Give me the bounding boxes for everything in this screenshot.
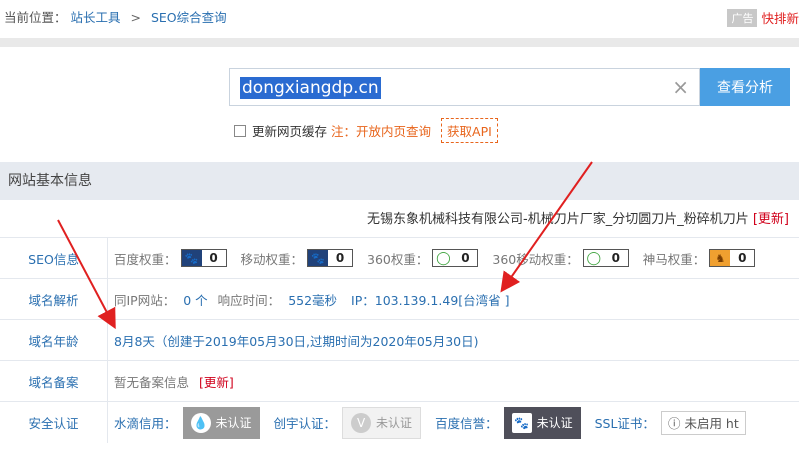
get-api-button[interactable]: 获取API xyxy=(441,118,498,143)
breadcrumb-current-link[interactable]: SEO综合查询 xyxy=(151,10,227,25)
water-credit-badge[interactable]: 💧 未认证 xyxy=(182,406,260,439)
company-update-link[interactable]: [更新] xyxy=(753,212,789,227)
weight-label: 360权重： xyxy=(367,251,429,267)
horse-icon: ♞ xyxy=(710,250,731,266)
ad-text[interactable]: 快排新 xyxy=(761,8,799,27)
weight-value: 0 xyxy=(611,251,620,265)
360-weight: 360权重： ◯ 0 xyxy=(367,249,479,268)
ad-banner[interactable]: 广告 快排新 xyxy=(727,8,799,27)
badge-text: 未认证 xyxy=(376,416,413,430)
ssl-cert: SSL证书： ⓘ 未启用 ht xyxy=(594,410,746,435)
shenma-weight: 神马权重： ♞ 0 xyxy=(643,249,756,268)
chuangyu-badge[interactable]: V 未认证 xyxy=(342,406,422,439)
info-table: SEO信息 百度权重： 🐾 0 移动权重： 🐾 0 360权重： ◯ 0 360移动权… xyxy=(0,237,799,443)
weight-label: 360移动权重： xyxy=(492,251,579,267)
row-body: 水滴信用： 💧 未认证 创宇认证： V 未认证 百度信誉： 🐾 未认证 SSL证… xyxy=(108,406,799,439)
baidu-credit-badge[interactable]: 🐾 未认证 xyxy=(503,406,581,439)
ring-icon: ◯ xyxy=(433,250,454,266)
table-row-security: 安全认证 水滴信用： 💧 未认证 创宇认证： V 未认证 百度信誉： 🐾 未认证… xyxy=(0,401,799,443)
row-body: 同IP网站： 0 个 响应时间： 552毫秒 IP：103.139.1.49[台… xyxy=(108,290,799,309)
refresh-cache-label[interactable]: 更新网页缓存 xyxy=(252,121,327,140)
weight-badge[interactable]: ◯ 0 xyxy=(582,249,629,267)
same-ip-value[interactable]: 0 个 xyxy=(183,290,207,309)
badge-text: 未认证 xyxy=(536,416,573,430)
analyze-button[interactable]: 查看分析 xyxy=(700,68,790,106)
response-time-value: 552毫秒 xyxy=(288,292,338,308)
weight-value: 0 xyxy=(461,251,470,265)
cert-label: SSL证书： xyxy=(594,416,655,431)
inner-page-note-link[interactable]: 注：开放内页查询 xyxy=(331,121,431,140)
cert-label: 百度信誉： xyxy=(435,416,498,431)
chuangyu-cert: 创宇认证： V 未认证 xyxy=(273,406,422,439)
company-title: 无锡东象机械科技有限公司-机械刀片厂家_分切圆刀片_粉碎机刀片 [更新] xyxy=(367,208,789,227)
table-row-seo: SEO信息 百度权重： 🐾 0 移动权重： 🐾 0 360权重： ◯ 0 360移动权… xyxy=(0,237,799,278)
domain-input-value[interactable]: dongxiangdp.cn xyxy=(240,77,381,99)
weight-value: 0 xyxy=(335,251,345,265)
panel-title: 网站基本信息 xyxy=(0,162,799,200)
ssl-value: 未启用 ht xyxy=(684,416,739,431)
v-shield-icon: V xyxy=(351,412,372,433)
table-row-age: 域名年龄 8月8天（创建于2019年05月30日,过期时间为2020年05月30… xyxy=(0,319,799,360)
breadcrumb-separator: > xyxy=(130,10,141,25)
row-header: SEO信息 xyxy=(0,238,108,278)
360-mobile-weight: 360移动权重： ◯ 0 xyxy=(492,249,629,268)
divider-band xyxy=(0,38,799,47)
domain-age-value[interactable]: 8月8天（创建于2019年05月30日,过期时间为2020年05月30日) xyxy=(114,331,479,350)
paw-icon: 🐾 xyxy=(181,250,202,266)
table-row-beian: 域名备案 暂无备案信息 [更新] xyxy=(0,360,799,401)
weight-badge[interactable]: ◯ 0 xyxy=(432,249,479,267)
info-icon: ⓘ xyxy=(667,416,681,431)
ad-tag: 广告 xyxy=(727,8,758,27)
baidu-weight: 百度权重： 🐾 0 xyxy=(114,249,227,268)
cert-label: 水滴信用： xyxy=(114,416,177,431)
row-header: 域名解析 xyxy=(0,279,108,319)
mobile-weight: 移动权重： 🐾 0 xyxy=(241,249,354,268)
same-ip-label: 同IP网站： xyxy=(114,292,176,308)
row-body: 8月8天（创建于2019年05月30日,过期时间为2020年05月30日) xyxy=(108,331,799,350)
cert-label: 创宇认证： xyxy=(273,416,337,431)
ring-icon: ◯ xyxy=(583,250,604,266)
row-header: 域名备案 xyxy=(0,361,108,401)
weight-value: 0 xyxy=(738,251,747,265)
breadcrumb: 当前位置： 站长工具 > SEO综合查询 xyxy=(0,0,799,38)
refresh-cache-checkbox[interactable] xyxy=(234,124,246,137)
breadcrumb-tools-link[interactable]: 站长工具 xyxy=(71,10,121,25)
weight-label: 神马权重： xyxy=(642,251,706,267)
weight-value: 0 xyxy=(209,251,218,265)
weight-label: 移动权重： xyxy=(240,251,304,267)
ip-link[interactable]: IP：103.139.1.49[台湾省 ] xyxy=(351,290,509,309)
ssl-badge[interactable]: ⓘ 未启用 ht xyxy=(660,410,746,435)
row-body: 百度权重： 🐾 0 移动权重： 🐾 0 360权重： ◯ 0 360移动权重： ◯ 0 … xyxy=(108,249,799,268)
beian-update-link[interactable]: [更新] xyxy=(199,372,234,391)
weight-badge[interactable]: ♞ 0 xyxy=(709,249,756,267)
water-credit: 水滴信用： 💧 未认证 xyxy=(114,406,260,439)
row-body: 暂无备案信息 [更新] xyxy=(108,372,799,391)
baidu-credit: 百度信誉： 🐾 未认证 xyxy=(435,406,581,439)
weight-badge[interactable]: 🐾 0 xyxy=(180,249,227,267)
refresh-options: 更新网页缓存 注：开放内页查询 获取API xyxy=(234,118,498,143)
paw-icon: 🐾 xyxy=(308,250,329,266)
table-row-dns: 域名解析 同IP网站： 0 个 响应时间： 552毫秒 IP：103.139.1… xyxy=(0,278,799,319)
beian-value: 暂无备案信息 xyxy=(114,374,190,390)
weight-label: 百度权重： xyxy=(114,251,177,267)
response-time-label: 响应时间： xyxy=(217,292,281,308)
water-drop-icon: 💧 xyxy=(190,412,211,433)
clear-icon[interactable]: × xyxy=(672,75,689,99)
row-header: 安全认证 xyxy=(0,402,108,443)
row-header: 域名年龄 xyxy=(0,320,108,360)
domain-search-input[interactable]: dongxiangdp.cn × xyxy=(229,68,700,106)
weight-badge[interactable]: 🐾 0 xyxy=(307,249,354,267)
badge-text: 未认证 xyxy=(215,416,252,430)
paw-icon: 🐾 xyxy=(511,412,532,433)
company-name: 无锡东象机械科技有限公司-机械刀片厂家_分切圆刀片_粉碎机刀片 xyxy=(367,212,749,227)
breadcrumb-prefix: 当前位置： xyxy=(4,10,67,25)
